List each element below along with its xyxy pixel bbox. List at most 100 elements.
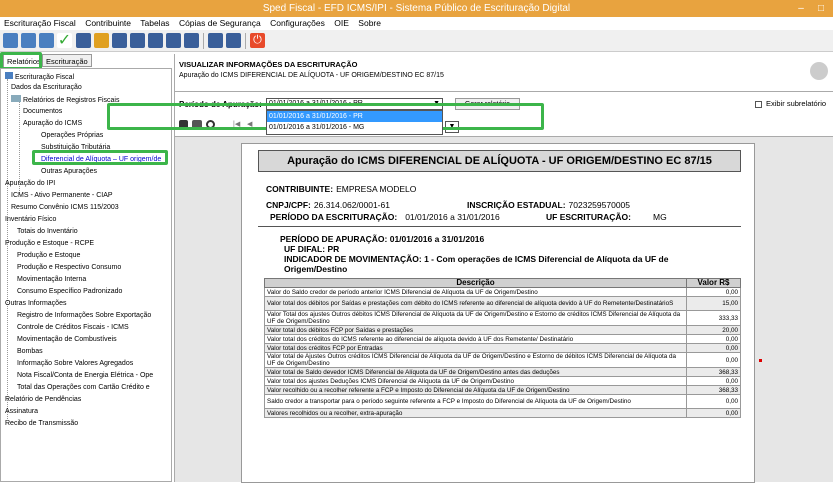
print-icon[interactable] (94, 33, 109, 48)
tree-item[interactable]: Apuração do IPI (5, 179, 55, 188)
tree-item[interactable]: Assinatura (5, 407, 38, 416)
validate-icon[interactable]: ✓ (57, 33, 72, 49)
panel-title: VISUALIZAR INFORMAÇÕES DA ESCRITURAÇÃO (179, 60, 358, 69)
menu-bar: Escrituração Fiscal Contribuinte Tabelas… (0, 17, 833, 30)
open-icon[interactable] (21, 33, 36, 48)
tree-item[interactable]: Resumo Convênio ICMS 115/2003 (11, 203, 119, 212)
period-option[interactable]: 01/01/2016 a 31/01/2016 - MG (267, 122, 442, 133)
tree-item[interactable]: Controle de Créditos Fiscais - ICMS (17, 323, 129, 332)
table-row: Valores recolhidos ou a recolher, extra-… (264, 408, 741, 418)
row-description: Valor do Saldo credor de período anterio… (264, 287, 687, 297)
tree-item[interactable]: Produção e Estoque - RCPE (5, 239, 94, 248)
row-value: 0,00 (686, 394, 741, 409)
marker (759, 359, 762, 362)
difal-line: UF DIFAL: PR (284, 244, 340, 254)
tree-item[interactable]: Total das Operações com Cartão Crédito e (17, 383, 150, 392)
tree-item[interactable]: Informação Sobre Valores Agregados (17, 359, 133, 368)
checkbox-icon[interactable] (755, 100, 762, 108)
tree-item[interactable]: Apuração do ICMS (23, 119, 82, 128)
menu-contribuinte[interactable]: Contribuinte (85, 18, 131, 28)
table-row: Valor total dos débitos FCP por Saídas e… (264, 325, 741, 335)
title-bar: Sped Fiscal - EFD ICMS/IPI - Sistema Púb… (0, 0, 833, 17)
indicador-line: INDICADOR DE MOVIMENTAÇÃO: 1 - Com opera… (284, 254, 669, 274)
row-description: Valor total de Ajustes Outros créditos I… (264, 352, 687, 368)
row-value: 20,00 (686, 325, 741, 335)
periodo-row: PERÍODO DA ESCRITURAÇÃO: 01/01/2016 a 31/… (270, 212, 500, 222)
folder-icon (5, 72, 13, 79)
table-header: Descrição Valor R$ (264, 278, 741, 288)
row-value: 368,33 (686, 367, 741, 377)
sign-icon[interactable] (76, 33, 91, 48)
row-value: 368,33 (686, 385, 741, 395)
ie-row: INSCRIÇÃO ESTADUAL: 7023259570005 (467, 200, 631, 210)
tree-item[interactable]: Relatórios de Registros Fiscais (11, 95, 119, 105)
tree-item[interactable]: Produção e Estoque (17, 251, 80, 260)
table-row: Valor total dos créditos do ICMS referen… (264, 334, 741, 344)
col-value: Valor R$ (686, 278, 741, 288)
tree-line (7, 79, 8, 419)
table-row: Valor total de Saldo devedor ICMS Difere… (264, 367, 741, 377)
tree-item[interactable]: Movimentação Interna (17, 275, 86, 284)
tree-item[interactable]: Bombas (17, 347, 43, 356)
row-description: Valor total de Saldo devedor ICMS Difere… (264, 367, 687, 377)
tree-item[interactable]: Relatório de Pendências (5, 395, 81, 404)
backup-icon[interactable] (184, 33, 199, 48)
row-value: 0,00 (686, 376, 741, 386)
tree-item[interactable]: Consumo Específico Padronizado (17, 287, 122, 296)
maximize-button[interactable]: □ (812, 0, 830, 17)
table-row: Valor Total dos ajustes Outros débitos I… (264, 310, 741, 326)
menu-escrituracao[interactable]: Escrituração Fiscal (4, 18, 76, 28)
tree-item[interactable]: Registro de Informações Sobre Exportação (17, 311, 151, 320)
power-icon[interactable]: ⏻ (250, 33, 265, 48)
row-description: Valor total dos créditos FCP por Entrada… (264, 343, 687, 353)
menu-tabelas[interactable]: Tabelas (140, 18, 169, 28)
menu-copias[interactable]: Cópias de Segurança (179, 18, 261, 28)
tree-item[interactable]: Outras Apurações (41, 167, 97, 176)
subreport-checkbox[interactable]: Exibir subrelatório (755, 99, 826, 108)
new-icon[interactable] (3, 33, 18, 48)
tree-item[interactable]: Produção e Respectivo Consumo (17, 263, 121, 272)
tree-item[interactable]: ICMS - Ativo Permanente - CIAP (11, 191, 113, 200)
transmit-icon[interactable] (112, 33, 127, 48)
tables-icon[interactable] (226, 33, 241, 48)
row-description: Valor total dos débitos por Saídas e pre… (264, 296, 687, 311)
table-row: Valor total de Ajustes Outros créditos I… (264, 352, 741, 368)
period-option[interactable]: 01/01/2016 a 31/01/2016 - PR (267, 111, 442, 122)
table-row: Valor total dos débitos por Saídas e pre… (264, 296, 741, 311)
menu-oie[interactable]: OIE (334, 18, 349, 28)
menu-configuracoes[interactable]: Configurações (270, 18, 325, 28)
report-table: Descrição Valor R$ Valor do Saldo credor … (264, 278, 741, 418)
tree-item[interactable]: Operações Próprias (41, 131, 103, 140)
tree-item[interactable]: Recibo de Transmissão (5, 419, 78, 428)
row-description: Valor Total dos ajustes Outros débitos I… (264, 310, 687, 326)
row-value: 0,00 (686, 352, 741, 368)
receipt-icon[interactable] (166, 33, 181, 48)
table-row: Valor total dos créditos FCP por Entrada… (264, 343, 741, 353)
tree-item[interactable]: Movimentação de Combustíveis (17, 335, 117, 344)
tree-item[interactable]: Totais do Inventário (17, 227, 78, 236)
minimize-button[interactable]: – (792, 0, 810, 17)
table-row: Valor recolhido ou a recolher referente … (264, 385, 741, 395)
tree-item[interactable]: Nota Fiscal/Conta de Energia Elétrica - … (17, 371, 153, 380)
row-description: Saldo credor a transportar para o períod… (264, 394, 687, 409)
menu-sobre[interactable]: Sobre (358, 18, 381, 28)
tree-root[interactable]: Escrituração Fiscal (5, 72, 74, 82)
navigation-tree: Escrituração Fiscal Dados da Escrituraçã… (0, 68, 172, 482)
tab-escrituracao[interactable]: Escrituração (42, 54, 92, 67)
import-icon[interactable] (130, 33, 145, 48)
table-row: Valor do Saldo credor de período anterio… (264, 287, 741, 297)
report-page: Apuração do ICMS DIFERENCIAL DE ALÍQUOTA… (241, 143, 755, 483)
report-divider (258, 226, 741, 227)
contribuinte-row: CONTRIBUINTE: EMPRESA MODELO (266, 184, 417, 194)
tree-item[interactable]: Documentos (23, 107, 62, 116)
tree-item[interactable]: Outras Informações (5, 299, 66, 308)
edit-icon[interactable] (39, 33, 54, 48)
toolbar-separator (245, 33, 246, 49)
tree-item[interactable]: Dados da Escrituração (11, 83, 82, 92)
row-value: 0,00 (686, 408, 741, 418)
report-icon[interactable] (208, 33, 223, 48)
export-icon[interactable] (148, 33, 163, 48)
period-dropdown: 01/01/2016 a 31/01/2016 - PR 01/01/2016 … (266, 110, 443, 135)
toolbar-separator (203, 33, 204, 49)
tree-item[interactable]: Inventário Físico (5, 215, 56, 224)
